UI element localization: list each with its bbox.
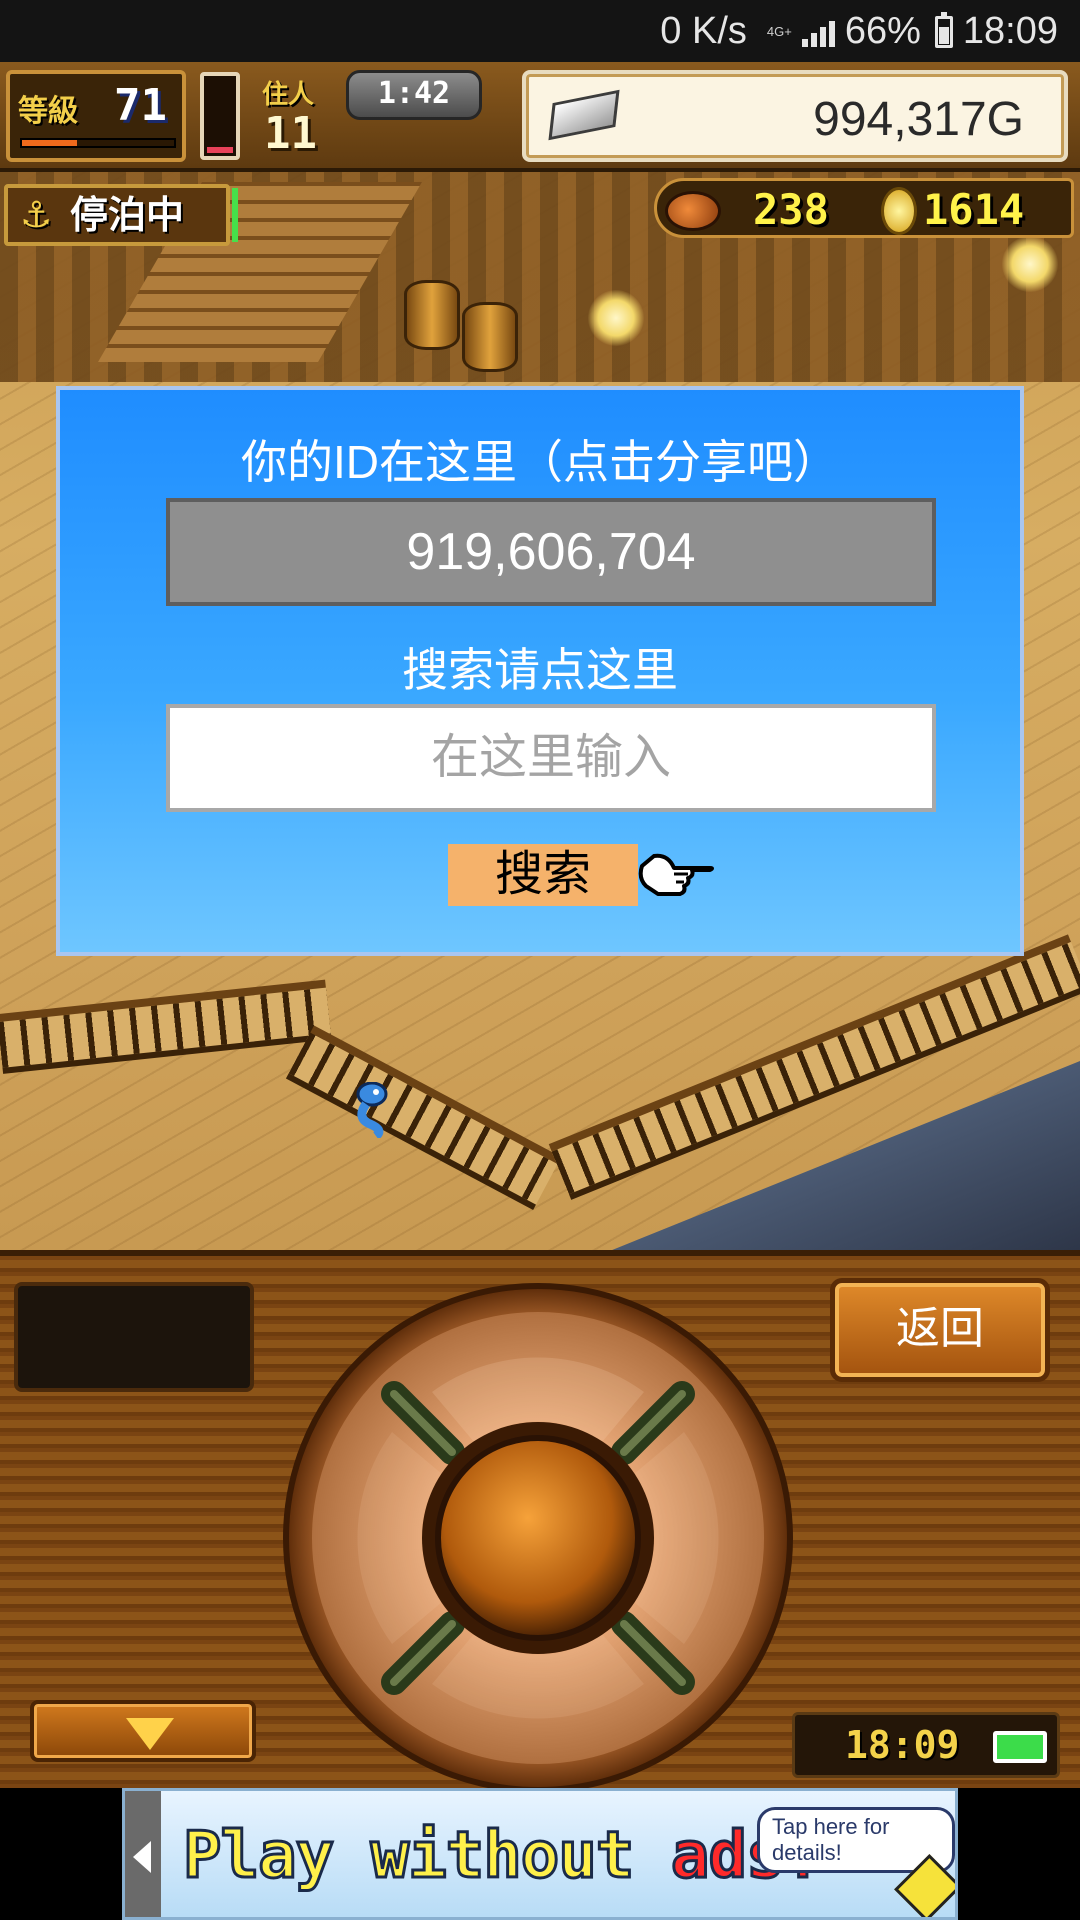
friend-id-dialog: 你的ID在这里（点击分享吧） 919,606,704 搜索请点这里 在这里输入 …: [56, 386, 1024, 956]
status-time: 18:09: [962, 10, 1058, 52]
lantern-icon: [588, 290, 644, 346]
search-label: 搜索请点这里: [402, 644, 678, 696]
food-value: 238: [753, 185, 829, 234]
population-value: 11: [264, 108, 317, 159]
ad-headline: Play without ads!: [182, 1818, 824, 1895]
level-progress-bar: [20, 138, 176, 148]
game-clock: 18:09: [845, 1723, 960, 1767]
resource-bar: 238 1614: [654, 178, 1074, 238]
net-speed: 0 K/s: [660, 10, 747, 52]
controller-panel: 返回 18:09: [0, 1250, 1080, 1793]
menu-down-button[interactable]: [30, 1700, 256, 1762]
gold-value: 994,317G: [813, 93, 1024, 146]
status-bar-right: 0 K/s 4G+ 66% 18:09: [660, 10, 1058, 53]
barrel: [404, 280, 460, 350]
silver-ingot-icon: [548, 89, 620, 141]
ad-headline-text: Play without: [182, 1818, 671, 1895]
snake-character-icon[interactable]: [352, 1082, 396, 1138]
level-panel: 等級 71: [6, 70, 186, 162]
signal-icon: [801, 17, 835, 47]
medal-coin-icon: [881, 187, 917, 235]
game-screen: 0 K/s 4G+ 66% 18:09 等級 71 住人 11 1:42 994…: [0, 0, 1080, 1920]
status-battery-icon: [934, 11, 953, 48]
level-value: 71: [114, 80, 167, 131]
lantern-icon: [1002, 236, 1058, 292]
population-label: 住人: [262, 80, 315, 110]
search-button[interactable]: 搜索: [448, 844, 638, 906]
game-clock-panel: 18:09: [792, 1712, 1060, 1778]
top-hud: 等級 71 住人 11 1:42 994,317G: [0, 62, 1080, 172]
timer-display: 1:42: [346, 70, 482, 120]
down-arrow-icon: [126, 1718, 174, 1750]
player-id-box[interactable]: 919,606,704: [166, 498, 936, 606]
barrel: [462, 302, 518, 372]
anchor-icon: ⚓: [20, 195, 53, 236]
gold-panel[interactable]: 994,317G: [522, 70, 1068, 162]
back-button[interactable]: 返回: [830, 1278, 1050, 1382]
pointing-hand-icon: [638, 853, 714, 896]
android-status-bar: 0 K/s 4G+ 66% 18:09: [0, 0, 1080, 62]
dpad-center-button[interactable]: [435, 1435, 641, 1641]
meat-icon: [665, 191, 721, 231]
docked-status-badge[interactable]: ⚓ 停泊中: [4, 184, 238, 246]
directional-pad[interactable]: [282, 1282, 794, 1794]
level-label: 等級: [18, 94, 78, 129]
deck-railing: [285, 1025, 562, 1210]
info-panel: [14, 1282, 254, 1392]
deck-railing: [0, 979, 332, 1074]
battery-percent: 66%: [844, 10, 921, 52]
docked-status-label: 停泊中: [70, 193, 185, 237]
medal-value: 1614: [923, 185, 1025, 234]
ad-left-arrow-icon[interactable]: [125, 1791, 161, 1917]
dialog-title[interactable]: 你的ID在这里（点击分享吧）: [60, 426, 1020, 492]
stamina-gauge: [200, 72, 240, 160]
ad-banner[interactable]: Play without ads! Tap here for details!: [122, 1788, 958, 1920]
network-type: 4G+: [766, 23, 792, 39]
battery-icon: [993, 1731, 1047, 1763]
search-input[interactable]: 在这里输入: [166, 704, 936, 812]
